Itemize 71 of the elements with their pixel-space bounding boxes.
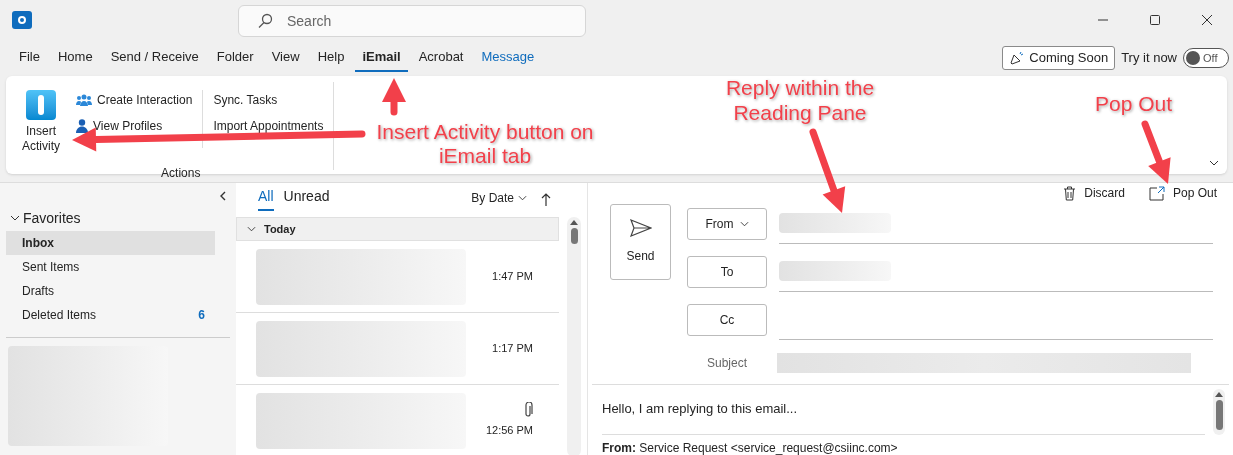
chevron-down-icon bbox=[247, 226, 256, 232]
message-body[interactable]: Hello, I am replying to this email... bbox=[602, 398, 1205, 435]
group-label: Actions bbox=[161, 165, 201, 182]
megaphone-icon bbox=[1009, 50, 1026, 66]
ribbon-button[interactable]: Import Appointments bbox=[213, 116, 324, 136]
ribbon-tab[interactable]: Send / Receive bbox=[103, 44, 206, 72]
sort-dropdown[interactable]: By Date bbox=[471, 189, 527, 207]
ribbon-tab[interactable]: File bbox=[12, 44, 47, 72]
insert-activity-button[interactable]: Insert Activity bbox=[18, 90, 64, 154]
send-button[interactable]: Send bbox=[610, 203, 671, 280]
annotation-arrow bbox=[382, 78, 406, 116]
ribbon-tab[interactable]: View bbox=[264, 44, 307, 72]
folder-item[interactable]: Sent Items bbox=[6, 255, 215, 279]
ribbon-tab[interactable]: Help bbox=[310, 44, 352, 72]
annotation-label: Pop Out bbox=[1095, 91, 1173, 117]
close-icon[interactable] bbox=[1201, 14, 1213, 26]
ribbon-button[interactable]: Create Interaction bbox=[76, 90, 193, 110]
annotation-label: Reply within the Reading Pane bbox=[724, 75, 876, 125]
filter-tab[interactable]: Unread bbox=[283, 186, 330, 211]
recipient-button[interactable]: To bbox=[687, 255, 767, 288]
toolbar-button[interactable]: Discard bbox=[1063, 184, 1125, 203]
ribbon-tab[interactable]: Message bbox=[474, 44, 542, 72]
maximize-icon[interactable] bbox=[1149, 14, 1161, 26]
toggle-switch[interactable]: Off bbox=[1183, 48, 1229, 68]
ribbon-button[interactable]: Sync. Tasks bbox=[213, 90, 324, 110]
folder-item[interactable]: Inbox bbox=[6, 231, 215, 255]
outlook-logo-icon bbox=[12, 11, 32, 29]
sort-direction-icon[interactable] bbox=[541, 193, 551, 206]
message-item[interactable]: 1:47 PM bbox=[236, 241, 559, 313]
info-logo-icon bbox=[26, 90, 56, 120]
collapse-pane-icon[interactable] bbox=[220, 191, 226, 201]
ribbon-tab[interactable]: Home bbox=[50, 44, 100, 72]
folder-item[interactable]: Deleted Items 6 bbox=[6, 303, 215, 327]
chevron-down-icon bbox=[518, 195, 527, 201]
ribbon-tab[interactable]: Acrobat bbox=[411, 44, 471, 72]
toolbar-button[interactable]: Pop Out bbox=[1148, 184, 1217, 203]
message-time: 1:17 PM bbox=[492, 341, 533, 357]
message-item[interactable]: 12:56 PM bbox=[236, 385, 559, 455]
ribbon-tab[interactable]: iEmail bbox=[355, 44, 408, 72]
recipient-button[interactable]: From bbox=[687, 207, 767, 240]
subject-field[interactable] bbox=[777, 352, 1191, 373]
coming-soon-button[interactable]: Coming Soon bbox=[1002, 46, 1116, 70]
pop-out-icon bbox=[1148, 185, 1165, 201]
recipient-button[interactable]: Cc bbox=[687, 303, 767, 336]
annotation-arrow bbox=[1141, 120, 1171, 184]
chevron-down-icon bbox=[739, 220, 749, 227]
search-icon bbox=[257, 13, 273, 29]
unread-count: 6 bbox=[198, 307, 205, 324]
person-icon bbox=[76, 119, 88, 133]
folder-item[interactable]: Drafts bbox=[6, 279, 215, 303]
scrollbar[interactable] bbox=[1213, 388, 1225, 435]
paperclip-icon bbox=[523, 402, 533, 419]
favorites-heading: Favorites bbox=[23, 208, 81, 228]
message-time: 12:56 PM bbox=[485, 423, 533, 439]
try-it-now-label: Try it now bbox=[1121, 49, 1177, 68]
annotation-label: Insert Activity button on iEmail tab bbox=[375, 120, 595, 168]
collapse-ribbon-icon[interactable] bbox=[1209, 160, 1219, 166]
filter-tab[interactable]: All bbox=[258, 186, 274, 211]
chevron-down-icon bbox=[10, 215, 20, 221]
quoted-header: From: Service Request <service_request@csiinc.com> bbox=[602, 440, 899, 455]
scrollbar[interactable] bbox=[567, 217, 581, 455]
search-field[interactable]: Search bbox=[238, 5, 586, 37]
group-header[interactable]: Today bbox=[236, 217, 559, 241]
send-icon bbox=[629, 218, 652, 237]
ribbon-button[interactable]: View Profiles bbox=[76, 116, 193, 136]
message-item[interactable]: 1:17 PM bbox=[236, 313, 559, 385]
trash-icon bbox=[1063, 185, 1077, 201]
ribbon-tab[interactable]: Folder bbox=[209, 44, 261, 72]
message-time: 1:47 PM bbox=[492, 269, 533, 285]
people-icon bbox=[76, 94, 92, 106]
subject-label: Subject bbox=[706, 354, 748, 372]
